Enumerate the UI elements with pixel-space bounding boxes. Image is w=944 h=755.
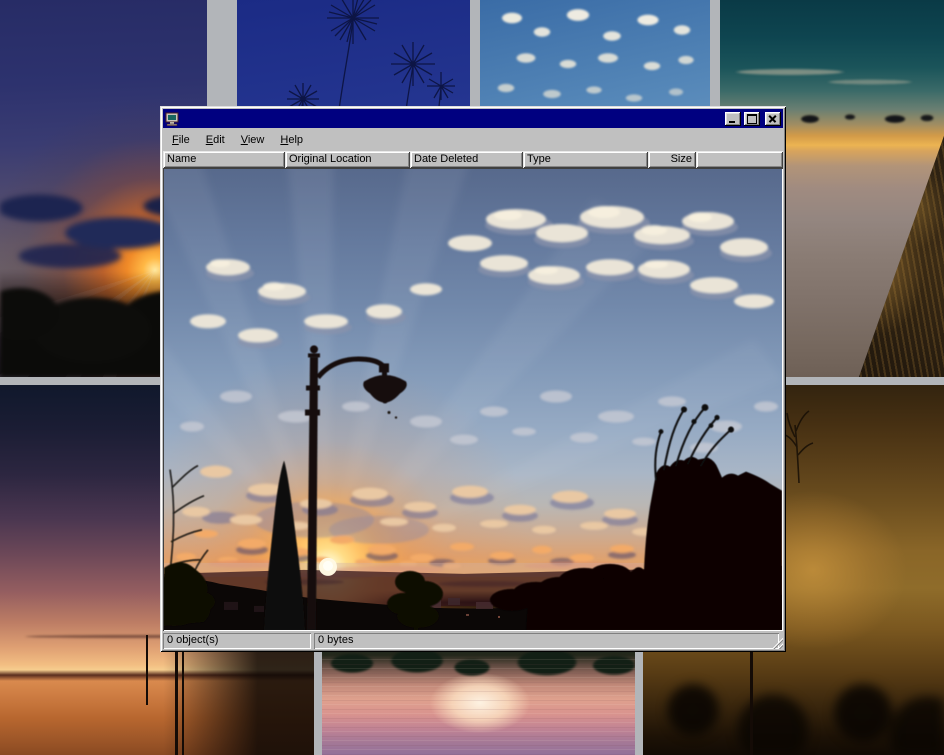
column-header-type[interactable]: Type — [523, 151, 648, 168]
close-icon — [765, 112, 781, 126]
maximize-icon — [747, 114, 757, 124]
desktop: { "window": { "title": "", "app_icon": "… — [0, 0, 944, 755]
status-object-count: 0 object(s) — [163, 633, 311, 649]
status-byte-count: 0 bytes — [314, 633, 779, 649]
title-bar[interactable] — [163, 109, 783, 128]
column-header-size[interactable]: Size — [648, 151, 696, 168]
column-header-original-location[interactable]: Original Location — [285, 151, 410, 168]
content-photo-sunset-lamp — [164, 169, 782, 630]
computer-monitor-icon — [165, 112, 179, 126]
menu-edit[interactable]: Edit — [204, 133, 227, 147]
menu-file[interactable]: File — [170, 133, 192, 147]
column-header-date-deleted[interactable]: Date Deleted — [410, 151, 523, 168]
column-header-name[interactable]: Name — [163, 151, 285, 168]
minimize-button[interactable] — [725, 112, 741, 126]
maximize-button[interactable] — [744, 112, 760, 126]
column-header-row: Name Original Location Date Deleted Type… — [163, 151, 783, 168]
menu-bar: File Edit View Help — [163, 128, 783, 151]
list-view[interactable] — [163, 168, 783, 631]
water-pole — [146, 635, 148, 705]
minimize-icon — [729, 121, 735, 123]
column-header-filler — [696, 151, 783, 168]
branch-silhouette-icon — [783, 407, 815, 483]
menu-view[interactable]: View — [239, 133, 267, 147]
status-bar: 0 object(s) 0 bytes — [163, 633, 783, 649]
menu-help[interactable]: Help — [278, 133, 305, 147]
water-ripples — [322, 659, 635, 755]
recycle-bin-window: File Edit View Help Name Original Locati… — [160, 106, 786, 652]
close-button[interactable] — [765, 112, 781, 126]
cirrus-overlay — [720, 58, 944, 88]
